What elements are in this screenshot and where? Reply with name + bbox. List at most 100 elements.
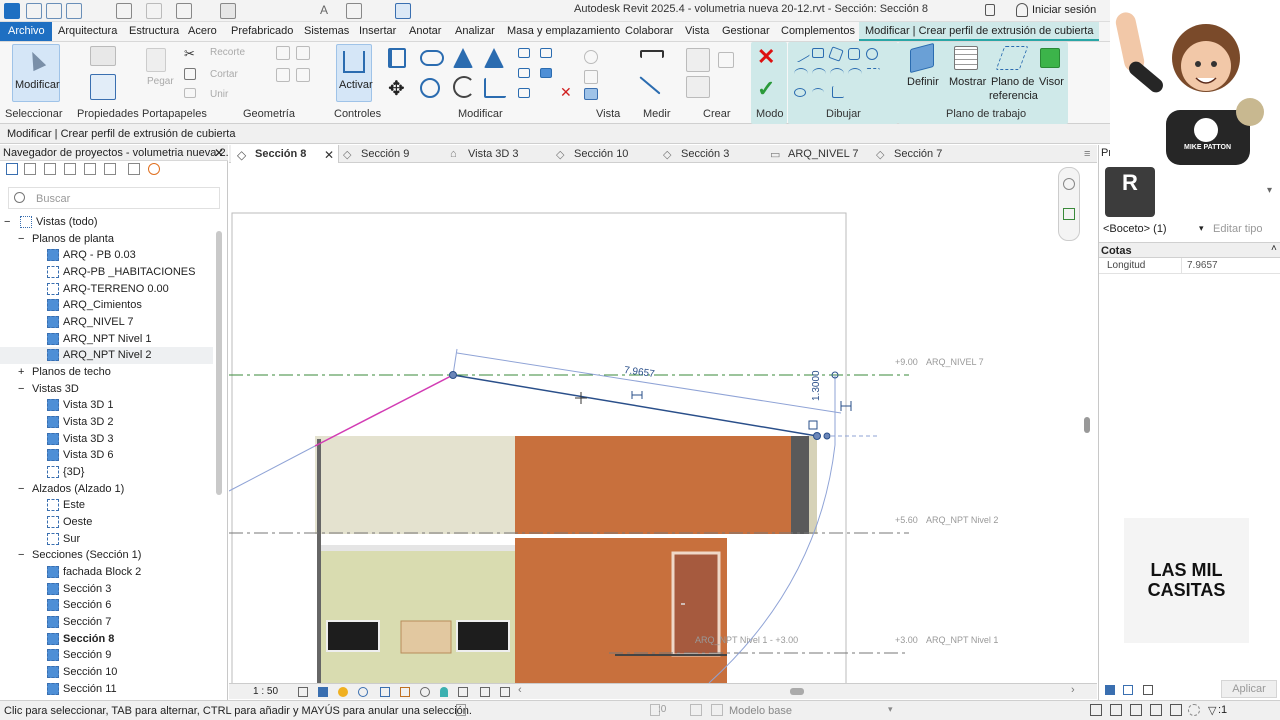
drag-elements-icon[interactable]	[1170, 704, 1182, 716]
align-icon[interactable]	[388, 48, 406, 68]
activate-controls-button[interactable]: Activar	[336, 44, 373, 102]
tab-seccion-3[interactable]: Sección 3	[681, 148, 729, 160]
ellipse-icon[interactable]	[794, 88, 806, 97]
user-icon[interactable]	[1016, 3, 1028, 17]
crop-view-icon[interactable]	[380, 687, 390, 697]
linework-icon[interactable]	[584, 88, 598, 100]
section-drawing[interactable]	[229, 163, 1097, 683]
cancel-edit-icon[interactable]: ✕	[757, 44, 775, 70]
properties-icon[interactable]	[90, 74, 116, 100]
delete-icon[interactable]: ✕	[560, 84, 572, 101]
tree-toggle-secciones[interactable]: −	[18, 549, 24, 561]
revit-app-icon[interactable]	[4, 3, 20, 19]
window-right[interactable]	[456, 620, 510, 652]
sketch-line-selected[interactable]	[452, 374, 818, 437]
panel-seleccionar[interactable]: Seleccionar	[5, 108, 62, 120]
tab-arquitectura[interactable]: Arquitectura	[58, 25, 117, 37]
tabs-menu-icon[interactable]: ≡	[1084, 148, 1090, 160]
modify-button[interactable]: Modificar	[12, 44, 60, 102]
detail-level-icon[interactable]	[298, 687, 308, 697]
rotate-icon[interactable]	[453, 76, 475, 98]
refplane-label-2[interactable]: referencia	[989, 90, 1038, 102]
copy-element-icon[interactable]	[420, 78, 440, 98]
save-icon[interactable]	[46, 3, 62, 19]
type-dropdown-icon[interactable]: ▾	[1267, 185, 1272, 196]
type-selector[interactable]: <Boceto> (1) ▾	[1103, 221, 1209, 237]
tree-item[interactable]: Vista 3D 2	[63, 416, 114, 428]
viewer-icon[interactable]	[1040, 48, 1060, 68]
chevron-down-icon[interactable]: ▾	[888, 704, 893, 715]
browser-scrollbar[interactable]	[216, 231, 222, 495]
tree-item[interactable]: {3D}	[63, 466, 84, 478]
tab-close-icon[interactable]: ✕	[324, 148, 334, 162]
close-icon[interactable]: ✕	[214, 146, 224, 160]
scroll-right-icon[interactable]: ›	[1071, 684, 1075, 696]
link-icon[interactable]	[148, 163, 160, 175]
measure-icon[interactable]	[220, 3, 236, 19]
thin-lines-icon[interactable]	[395, 3, 411, 19]
reveal-constraints-icon[interactable]	[500, 687, 510, 697]
level-name-nivel-7[interactable]: ARQ_NIVEL 7	[926, 357, 984, 367]
mirror-axis-icon[interactable]	[453, 48, 473, 68]
start-end-arc-icon[interactable]	[794, 68, 808, 80]
reveal-hidden-icon[interactable]	[440, 687, 448, 697]
dimension-height[interactable]: 1.3000	[811, 370, 822, 401]
properties-filter-icon[interactable]	[1123, 685, 1133, 695]
grip-mid[interactable]	[823, 432, 831, 440]
zoom-icon[interactable]	[1063, 208, 1075, 220]
tab-gestionar[interactable]: Gestionar	[722, 25, 770, 37]
select-links-icon[interactable]	[1090, 704, 1102, 716]
level-name-nivel-1[interactable]: ARQ_NPT Nivel 1	[926, 635, 998, 645]
design-option-icon[interactable]	[690, 704, 702, 716]
visual-style-icon[interactable]	[318, 687, 328, 697]
tree-group-techo[interactable]: Planos de techo	[32, 366, 111, 378]
background-process-icon[interactable]	[1188, 704, 1200, 716]
print-icon[interactable]	[176, 3, 192, 19]
signin-link[interactable]: Iniciar sesión	[1032, 4, 1096, 16]
filter-icon[interactable]: ▽	[1208, 704, 1216, 717]
redo-icon[interactable]	[146, 3, 162, 19]
select-underlay-icon[interactable]	[1110, 704, 1122, 716]
sheet-icon[interactable]	[44, 163, 56, 175]
model-selector[interactable]: Modelo base	[729, 705, 792, 717]
sketch-line-magenta[interactable]	[314, 374, 454, 447]
sync-icon[interactable]	[66, 3, 82, 19]
viewer-label[interactable]: Visor	[1039, 76, 1064, 88]
section-header[interactable]: Cotas ˄	[1099, 242, 1280, 258]
text-icon[interactable]: A	[320, 3, 336, 19]
tree-group-plantas[interactable]: Planos de planta	[32, 233, 114, 245]
view-list-icon[interactable]	[24, 163, 36, 175]
partial-ellipse-icon[interactable]	[812, 88, 824, 97]
edit-type-button[interactable]: Editar tipo	[1213, 223, 1263, 235]
navigation-bar[interactable]	[1058, 167, 1080, 241]
cut-icon[interactable]: ✂	[184, 46, 195, 62]
home-icon[interactable]	[6, 163, 18, 175]
help-icon[interactable]	[985, 4, 995, 16]
window-wood[interactable]	[400, 620, 452, 654]
horizontal-scroll-thumb[interactable]	[790, 688, 804, 695]
select-by-face-icon[interactable]	[1150, 704, 1162, 716]
tree-root[interactable]: Vistas (todo)	[36, 216, 98, 228]
tab-vista[interactable]: Vista	[685, 25, 709, 37]
tree-item[interactable]: ARQ_NIVEL 7	[63, 316, 134, 328]
tab-complementos[interactable]: Complementos	[781, 25, 855, 37]
tab-seccion-10[interactable]: Sección 10	[574, 148, 628, 160]
show-label[interactable]: Mostrar	[949, 76, 986, 88]
trim-icon[interactable]	[484, 78, 506, 98]
tree-item[interactable]: fachada Block 2	[63, 566, 141, 578]
tree-item[interactable]: Oeste	[63, 516, 92, 528]
tree-item[interactable]: ARQ-PB _HABITACIONES	[63, 266, 195, 278]
tree-group-3d[interactable]: Vistas 3D	[32, 383, 79, 395]
tree-item[interactable]: Sección 6	[63, 599, 111, 611]
tree-toggle-techo[interactable]: +	[18, 366, 24, 378]
apply-button[interactable]: Aplicar	[1221, 680, 1277, 698]
tree-item[interactable]: ARQ-TERRENO 0.00	[63, 283, 169, 295]
grip-start[interactable]	[449, 371, 457, 379]
aligned-dimension-icon[interactable]	[639, 76, 661, 95]
tab-acero[interactable]: Acero	[188, 25, 217, 37]
mirror-draw-icon[interactable]	[484, 48, 504, 68]
tab-modificar-contexto[interactable]: Modificar | Crear perfil de extrusión de…	[859, 22, 1100, 41]
tab-colaborar[interactable]: Colaborar	[625, 25, 673, 37]
tree-item[interactable]: Sur	[63, 533, 80, 545]
filter-icon[interactable]	[128, 163, 140, 175]
